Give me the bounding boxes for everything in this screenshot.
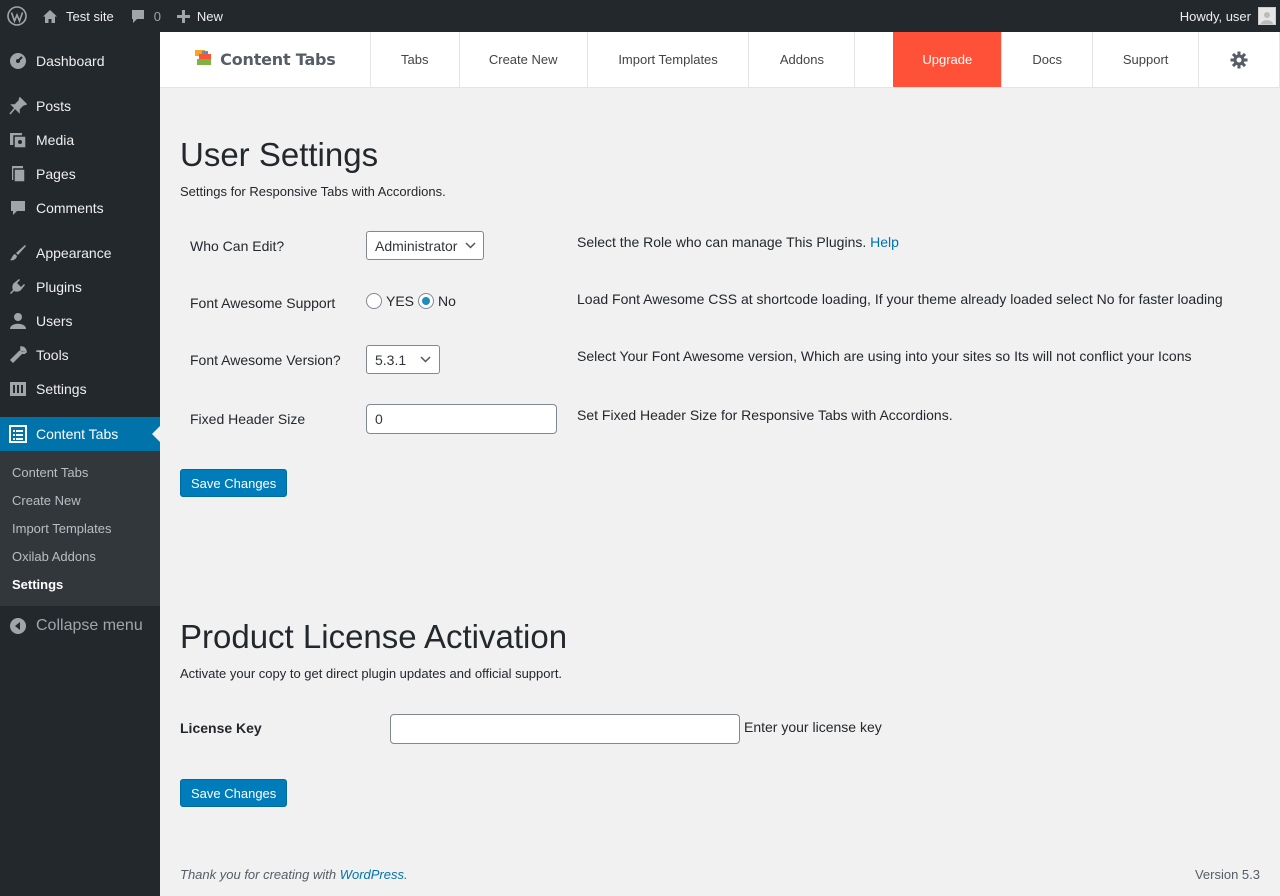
sidebar-item-label: Appearance <box>36 245 112 261</box>
settings-form: Who Can Edit? Administrator Select the R… <box>160 0 1280 896</box>
wrench-icon <box>0 346 36 364</box>
settings-icon <box>0 380 36 398</box>
current-menu-arrow <box>152 426 160 442</box>
collapse-menu-label: Collapse menu <box>36 617 143 634</box>
fixed-header-size-row: Fixed Header Size 0 Set Fixed Header Siz… <box>190 404 1270 434</box>
sidebar-item-label: Users <box>36 313 73 329</box>
sidebar-item-label: Comments <box>36 200 104 216</box>
media-icon <box>0 131 36 149</box>
radio-no[interactable] <box>418 293 435 309</box>
license-key-hint: Enter your license key <box>744 719 882 735</box>
sidebar-item-label: Media <box>36 132 75 148</box>
radio-yes-label: YES <box>386 293 415 309</box>
home-icon <box>42 9 58 24</box>
content-tabs-submenu: Content Tabs Create New Import Templates… <box>0 451 160 606</box>
footer-thanks-suffix: . <box>404 867 408 882</box>
chevron-down-icon <box>412 356 431 363</box>
license-title: Product License Activation <box>180 618 568 655</box>
plugin-icon <box>0 278 36 296</box>
sidebar-item-label: Pages <box>36 166 76 182</box>
font-awesome-support-label: Font Awesome Support <box>190 295 336 311</box>
sidebar-item-label: Settings <box>36 381 87 397</box>
who-can-edit-value: Administrator <box>375 237 458 254</box>
sidebar-item-label: Dashboard <box>36 53 105 69</box>
wordpress-logo-icon[interactable] <box>0 0 34 32</box>
admin-footer: Thank you for creating with WordPress. V… <box>180 867 1260 882</box>
sidebar-item-tools[interactable]: Tools <box>0 338 160 372</box>
font-awesome-support-row: Font Awesome Support YES No Load Font Aw… <box>190 291 1270 313</box>
save-changes-button[interactable]: Save Changes <box>180 469 288 497</box>
radio-yes[interactable] <box>366 293 382 309</box>
brush-icon <box>0 244 36 262</box>
collapse-arrow-icon <box>0 617 36 635</box>
submenu-item-create-new[interactable]: Create New <box>0 486 160 514</box>
sidebar-item-label: Tools <box>36 347 69 363</box>
sidebar-item-content-tabs[interactable]: Content Tabs <box>0 417 160 451</box>
pin-icon <box>0 97 36 115</box>
sidebar-item-plugins[interactable]: Plugins <box>0 270 160 304</box>
sidebar-item-label: Plugins <box>36 279 82 295</box>
sidebar-item-settings[interactable]: Settings <box>0 372 160 406</box>
license-key-input[interactable] <box>390 714 740 744</box>
font-awesome-version-row: Font Awesome Version? 5.3.1 Select Your … <box>190 345 1270 375</box>
submenu-item-content-tabs[interactable]: Content Tabs <box>0 458 160 486</box>
license-description: Activate your copy to get direct plugin … <box>180 666 563 681</box>
sidebar-item-pages[interactable]: Pages <box>0 157 160 191</box>
fixed-header-size-description: Set Fixed Header Size for Responsive Tab… <box>577 407 953 423</box>
who-can-edit-label: Who Can Edit? <box>190 238 285 254</box>
collapse-menu-button[interactable]: Collapse menu <box>0 608 160 644</box>
help-link[interactable]: Help <box>870 234 899 250</box>
sidebar-item-media[interactable]: Media <box>0 123 160 157</box>
submenu-item-oxilab-addons[interactable]: Oxilab Addons <box>0 542 160 570</box>
sidebar-item-comments[interactable]: Comments <box>0 191 160 225</box>
comment-bubble-icon <box>130 9 146 24</box>
admin-sidebar: Dashboard Posts Media Pages Comments App… <box>0 32 160 896</box>
font-awesome-version-description: Select Your Font Awesome version, Which … <box>577 348 1192 364</box>
sidebar-item-label: Posts <box>36 98 72 114</box>
site-name-label: Test site <box>66 8 114 24</box>
sidebar-item-users[interactable]: Users <box>0 304 160 338</box>
font-awesome-version-label: Font Awesome Version? <box>190 352 341 368</box>
footer-version: Version 5.3 <box>1194 867 1260 882</box>
user-icon <box>0 312 36 330</box>
who-can-edit-description: Select the Role who can manage This Plug… <box>577 234 899 250</box>
font-awesome-version-value: 5.3.1 <box>375 351 407 368</box>
license-key-label: License Key <box>180 720 262 736</box>
font-awesome-version-select[interactable]: 5.3.1 <box>366 345 440 374</box>
comment-icon <box>0 199 36 217</box>
sidebar-item-appearance[interactable]: Appearance <box>0 236 160 270</box>
list-icon <box>0 425 36 443</box>
footer-thanks-prefix: Thank you for creating with <box>180 867 340 882</box>
submenu-item-import-templates[interactable]: Import Templates <box>0 514 160 542</box>
license-save-changes-button[interactable]: Save Changes <box>180 779 288 807</box>
wordpress-link[interactable]: WordPress <box>340 867 404 882</box>
sidebar-item-label: Content Tabs <box>36 426 119 442</box>
font-awesome-support-radios: YES No <box>366 293 460 309</box>
who-can-edit-select[interactable]: Administrator <box>366 231 484 260</box>
submenu-item-settings[interactable]: Settings <box>0 570 160 598</box>
pages-icon <box>0 165 36 183</box>
fixed-header-size-label: Fixed Header Size <box>190 411 306 427</box>
sidebar-item-posts[interactable]: Posts <box>0 89 160 123</box>
sidebar-item-dashboard[interactable]: Dashboard <box>0 44 160 78</box>
chevron-down-icon <box>457 242 476 249</box>
site-name-link[interactable]: Test site <box>34 0 122 32</box>
font-awesome-support-description: Load Font Awesome CSS at shortcode loadi… <box>577 291 1223 307</box>
dashboard-icon <box>0 52 36 70</box>
fixed-header-size-input[interactable]: 0 <box>366 404 557 434</box>
radio-no-label: No <box>438 293 456 309</box>
who-can-edit-row: Who Can Edit? Administrator Select the R… <box>190 231 1270 261</box>
who-can-edit-desc-text: Select the Role who can manage This Plug… <box>577 234 867 250</box>
footer-thanks: Thank you for creating with WordPress. <box>180 867 408 882</box>
